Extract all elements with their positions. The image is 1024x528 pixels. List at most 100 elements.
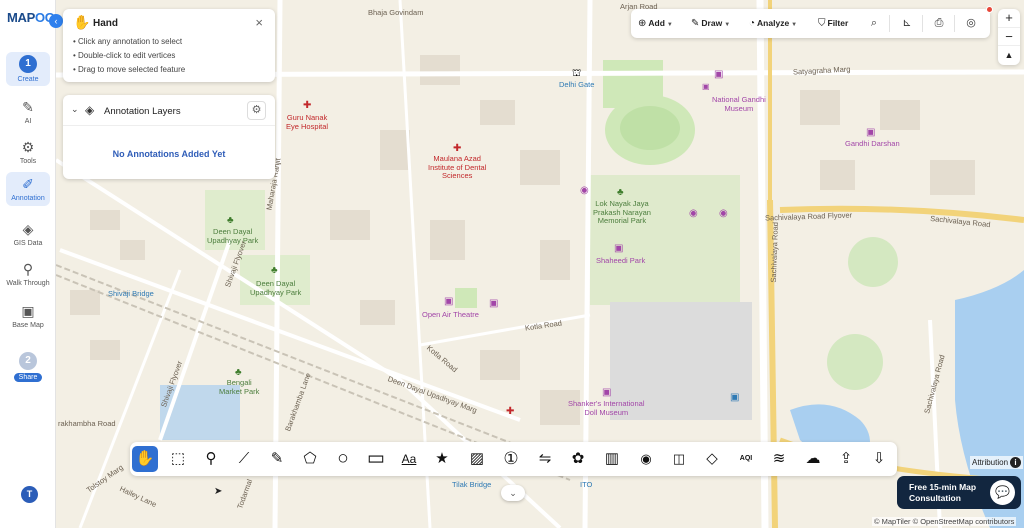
tip-item: • Double-click to edit vertices [73, 51, 176, 60]
avatar[interactable]: T [21, 486, 38, 503]
sidebar-item-gis-data[interactable]: ◈ GIS Data [6, 220, 50, 247]
compass-button[interactable]: ▲ [998, 46, 1020, 65]
top-toolbar: ⊕ Add ▼ ✎ Draw ▼ ◔ Analyze ▼ ⛉ Filter ⌕ ⊾ ⎙ ◎ [631, 9, 990, 38]
panel-title: Hand [93, 18, 118, 29]
attribution-button[interactable]: Attribution i [970, 456, 1024, 469]
print-icon[interactable]: ⎙ [928, 9, 950, 38]
route-tool[interactable]: ⇋ [532, 446, 558, 472]
hospital-icon: ✚ [303, 100, 312, 111]
hospital-icon: ✚ [453, 143, 462, 154]
camera-tool[interactable]: ◉ [633, 446, 659, 472]
divider [922, 15, 923, 32]
draw-button[interactable]: ✎ Draw ▼ [691, 9, 730, 38]
map-label-open-air-theatre: Open Air Theatre [422, 310, 479, 319]
chat-icon[interactable]: 💬 [990, 480, 1015, 505]
polygon-tool[interactable]: ⬠ [297, 446, 323, 472]
filter-icon: ⛉ [818, 18, 826, 29]
sidebar-item-tools[interactable]: ⚙ Tools [6, 138, 50, 165]
left-sidebar: MAPOG ‹ 1 Create ✎ AI ⚙ Tools ✐ Annotati… [0, 0, 63, 528]
zoom-in-button[interactable]: + [998, 9, 1020, 28]
hand-tips-list: • Click any annotation to select • Doubl… [73, 35, 185, 77]
caret-down-icon: ▼ [791, 22, 798, 28]
marker-tool[interactable]: ⚲ [198, 446, 224, 472]
building-tool[interactable]: ▥ [599, 446, 625, 472]
image-tool[interactable]: ▨ [464, 446, 490, 472]
add-button[interactable]: ⊕ Add ▼ [638, 9, 673, 38]
divider [954, 15, 955, 32]
map-label-lok-nayak: Lok Nayak Jaya Prakash Narayan Memorial … [593, 199, 651, 226]
3d-box-tool[interactable]: ◇ [699, 446, 725, 472]
analyze-button[interactable]: ◔ Analyze ▼ [749, 9, 797, 38]
chevron-down-icon[interactable]: ⌄ [501, 485, 525, 501]
hand-tool[interactable]: ✋ [132, 446, 158, 472]
map-label-shaheedi-park: Shaheedi Park [596, 256, 646, 265]
line-tool[interactable]: ⟋ [231, 446, 257, 472]
museum-icon: ▣ [866, 127, 876, 138]
search-icon[interactable]: ⌕ [863, 9, 885, 38]
tools-icon: ⚙ [21, 139, 35, 155]
map-label-ddu-park-1: Deen Dayal Upadhyay Park [207, 227, 259, 245]
caret-down-icon: ▼ [666, 22, 673, 28]
step-create[interactable]: 1 Create [6, 52, 50, 86]
rectangle-tool[interactable]: ▭ [363, 446, 389, 472]
map-label-bengali-market: Bengali Market Park [219, 378, 260, 396]
filter-button[interactable]: ⛉ Filter [818, 9, 848, 38]
chart-icon: ◔ [749, 18, 756, 29]
close-icon[interactable]: × [255, 15, 263, 30]
number-tool[interactable]: ① [498, 446, 524, 472]
museum-icon: ▣ [614, 243, 624, 254]
stadium-field [620, 106, 680, 150]
sidebar-item-annotation[interactable]: ✐ Annotation [6, 172, 50, 206]
gear-icon[interactable]: ⚙ [247, 101, 266, 120]
map-label-tilak-bridge: Tilak Bridge [452, 480, 492, 489]
upload-tool[interactable]: ⇪ [833, 446, 859, 472]
sidebar-item-ai[interactable]: ✎ AI [6, 98, 50, 125]
map-label-gandhi-museum: National Gandhi Museum [712, 95, 766, 113]
zoom-out-button[interactable]: − [998, 28, 1020, 47]
circle-tool[interactable]: ○ [330, 446, 356, 472]
tree-icon: ♣ [617, 187, 624, 198]
wind-tool[interactable]: ≋ [766, 446, 792, 472]
museum-icon: ▣ [489, 298, 499, 309]
plus-circle-icon: ⊕ [638, 18, 647, 29]
sidebar-item-walk-through[interactable]: ⚲ Walk Through [6, 260, 50, 287]
map-label-guru-nanak: Guru Nanak Eye Hospital [286, 113, 329, 131]
weather-tool[interactable]: ☁ [800, 446, 826, 472]
camera-poi-icon: ◉ [719, 208, 728, 219]
camera-poi-icon: ◉ [689, 208, 698, 219]
star-tool[interactable]: ★ [429, 446, 455, 472]
chevron-left-icon[interactable]: ‹ [49, 14, 63, 28]
map-label-maulana-azad: Maulana Azad Institute of Dental Science… [428, 154, 487, 181]
freehand-area-tool[interactable]: ✿ [565, 446, 591, 472]
map-copyright: © MapTiler © OpenStreetMap contributors [872, 517, 1017, 526]
consultation-cta[interactable]: Free 15-min Map Consultation 💬 [897, 476, 1021, 509]
measure-icon[interactable]: ⊾ [896, 9, 918, 38]
aqi-tool[interactable]: AQI [733, 446, 759, 472]
step-share[interactable]: 2 Share [6, 352, 50, 382]
annotation-layers-panel: ⌄ ◈ Annotation Layers ⚙ No Annotations A… [63, 95, 275, 179]
ai-icon: ✎ [22, 99, 34, 115]
app-logo[interactable]: MAPOG [7, 10, 55, 25]
tree-icon: ♣ [235, 367, 242, 378]
download-tool[interactable]: ⇩ [866, 446, 892, 472]
tree-icon: ♣ [227, 215, 234, 226]
museum-icon: ▣ [602, 387, 612, 398]
theatre-icon: ▣ [444, 296, 454, 307]
locate-icon[interactable]: ◎ [960, 9, 982, 38]
select-tool[interactable]: ⬚ [165, 446, 191, 472]
sidebar-item-base-map[interactable]: ▣ Base Map [6, 302, 50, 329]
map-label-rakhambha-road: rakhambha Road [58, 419, 116, 428]
layers-icon: ◈ [22, 221, 34, 237]
layers-icon: ◈ [85, 103, 95, 117]
text-tool[interactable]: Aa [396, 446, 422, 472]
pen-tool[interactable]: ✎ [264, 446, 290, 472]
hand-tool-panel: ✋ Hand × • Click any annotation to selec… [63, 9, 275, 82]
temple-icon: ▣ [702, 82, 710, 91]
camera-poi-icon: ◉ [580, 185, 589, 196]
gate-icon: ⛫ [572, 68, 582, 79]
chevron-down-icon[interactable]: ⌄ [71, 104, 79, 115]
layers-header[interactable]: ⌄ ◈ Annotation Layers ⚙ [63, 95, 275, 126]
empty-state-text: No Annotations Added Yet [112, 149, 226, 159]
map-label-delhi-gate: Delhi Gate [559, 80, 595, 89]
photo-tool[interactable]: ◫ [666, 446, 692, 472]
